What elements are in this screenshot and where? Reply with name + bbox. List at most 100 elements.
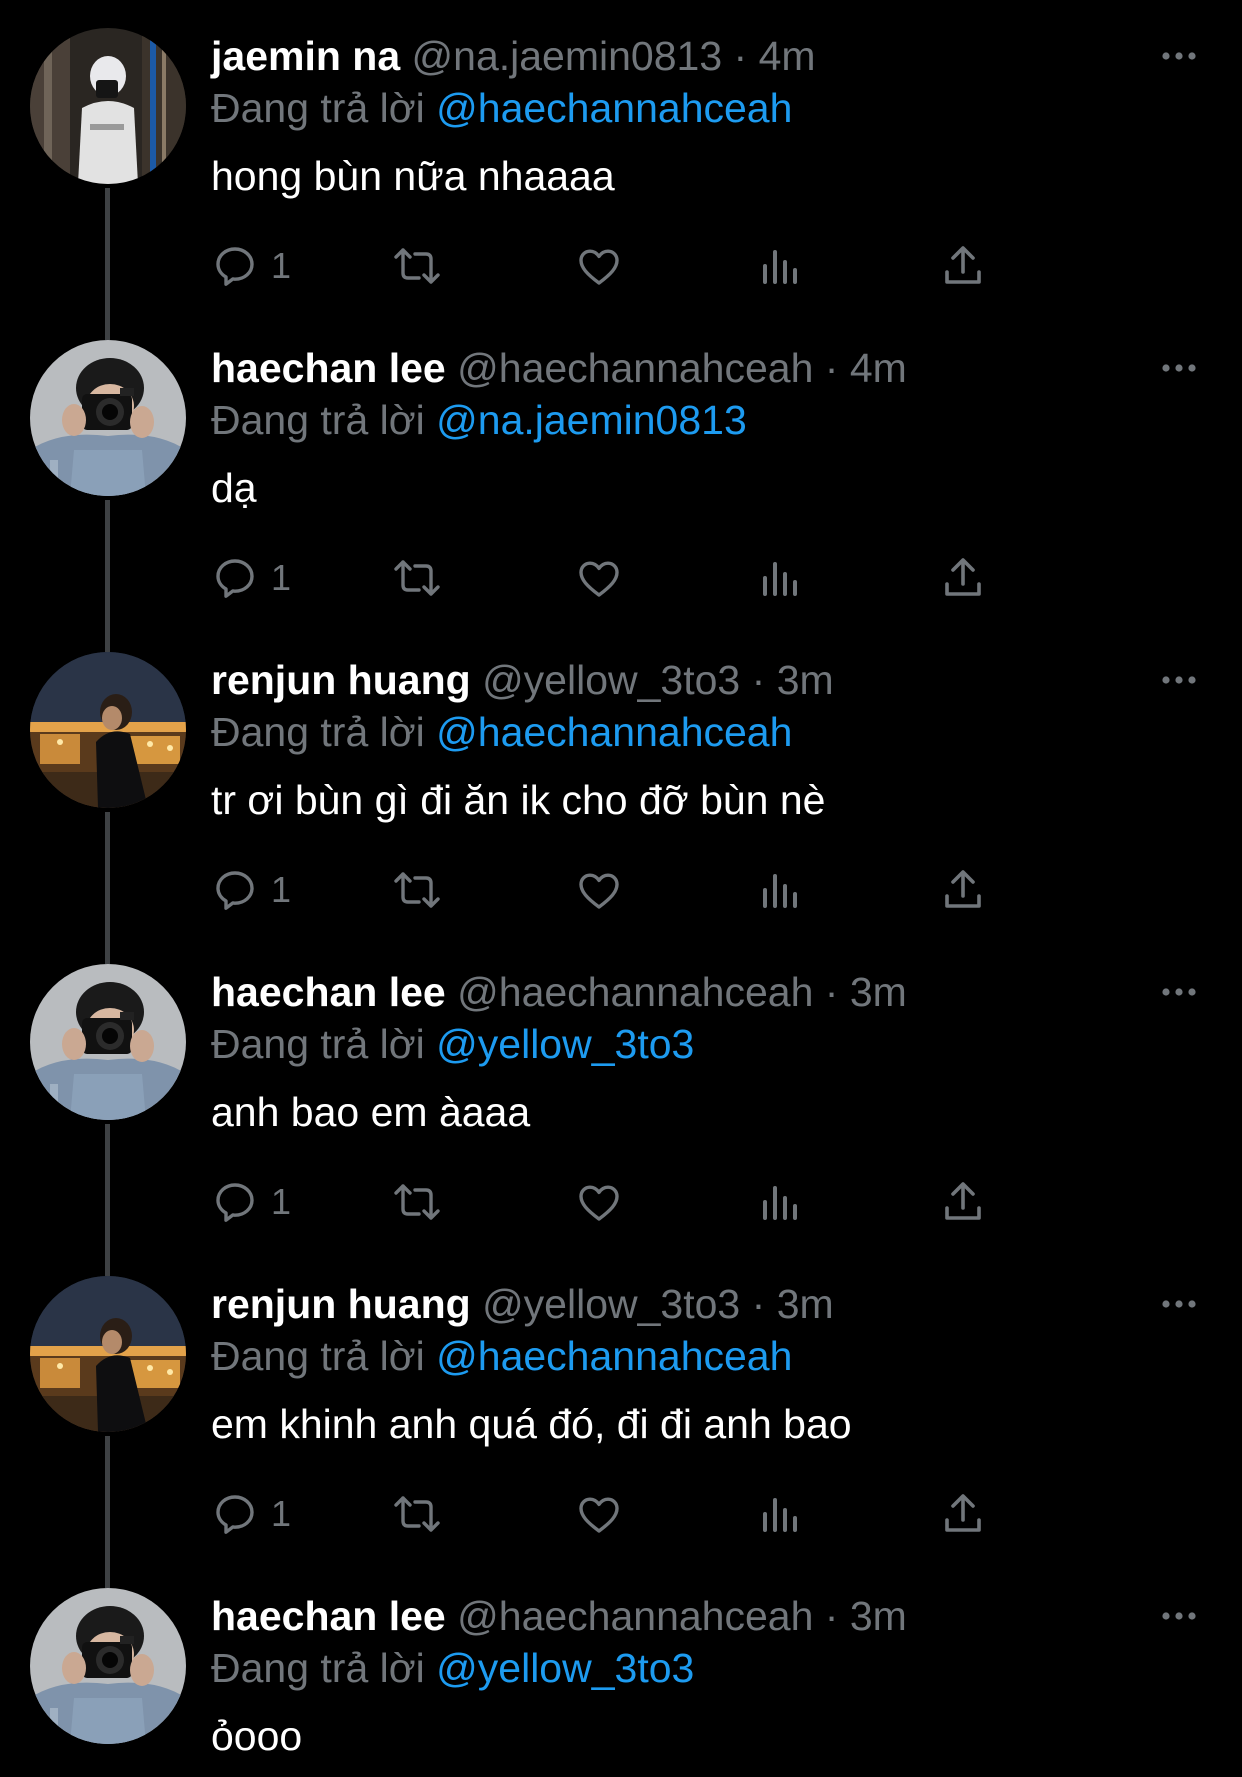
views-button[interactable] — [757, 1486, 813, 1542]
reply-icon — [216, 559, 254, 598]
tweet[interactable]: haechan lee @haechannahceah · 3m Đang tr… — [0, 936, 1242, 1248]
more-horizontal-icon — [1162, 364, 1196, 372]
jaemin-avatar-image — [30, 28, 186, 184]
avatar[interactable] — [30, 1588, 186, 1744]
user-handle[interactable]: @na.jaemin0813 — [412, 33, 723, 79]
more-horizontal-icon — [1162, 1612, 1196, 1620]
separator-dot: · — [824, 345, 839, 391]
tweet[interactable]: haechan lee @haechannahceah · 3m Đang tr… — [0, 1560, 1242, 1777]
reply-button[interactable]: 1 — [211, 1486, 331, 1542]
share-button[interactable] — [939, 1174, 995, 1230]
display-name[interactable]: renjun huang — [211, 657, 471, 703]
heart-icon — [579, 561, 619, 597]
timestamp[interactable]: 3m — [850, 1593, 907, 1639]
more-options-button[interactable] — [1160, 1290, 1198, 1318]
more-options-button[interactable] — [1160, 1602, 1198, 1630]
avatar[interactable] — [30, 28, 186, 184]
reply-button[interactable]: 1 — [211, 862, 331, 918]
replying-to: Đang trả lời @haechannahceah — [211, 82, 792, 134]
like-button[interactable] — [575, 1174, 631, 1230]
share-button[interactable] — [939, 862, 995, 918]
retweet-button[interactable] — [391, 550, 447, 606]
avatar[interactable] — [30, 964, 186, 1120]
views-button[interactable] — [757, 862, 813, 918]
timestamp[interactable]: 3m — [850, 969, 907, 1015]
user-handle[interactable]: @haechannahceah — [457, 1593, 813, 1639]
avatar[interactable] — [30, 340, 186, 496]
reply-button[interactable]: 1 — [211, 238, 331, 294]
user-handle[interactable]: @haechannahceah — [457, 969, 813, 1015]
reply-count: 1 — [271, 1181, 292, 1222]
timestamp[interactable]: 3m — [777, 657, 834, 703]
reply-icon — [216, 247, 254, 286]
retweet-button[interactable] — [391, 1486, 447, 1542]
display-name[interactable]: haechan lee — [211, 345, 446, 391]
retweet-button[interactable] — [391, 238, 447, 294]
share-icon — [945, 246, 981, 284]
reply-icon — [216, 871, 254, 910]
display-name[interactable]: haechan lee — [211, 969, 446, 1015]
share-button[interactable] — [939, 238, 995, 294]
share-button[interactable] — [939, 550, 995, 606]
views-button[interactable] — [757, 550, 813, 606]
like-button[interactable] — [575, 550, 631, 606]
more-options-button[interactable] — [1160, 354, 1198, 382]
haechan-avatar-image — [30, 1588, 186, 1744]
timestamp[interactable]: 4m — [850, 345, 907, 391]
views-button[interactable] — [757, 1174, 813, 1230]
reply-icon — [216, 1183, 254, 1222]
mention-link[interactable]: @haechannahceah — [436, 85, 792, 131]
user-handle[interactable]: @yellow_3to3 — [482, 657, 740, 703]
like-button[interactable] — [575, 862, 631, 918]
user-handle[interactable]: @yellow_3to3 — [482, 1281, 740, 1327]
user-handle[interactable]: @haechannahceah — [457, 345, 813, 391]
display-name[interactable]: renjun huang — [211, 1281, 471, 1327]
replying-to-label: Đang trả lời — [211, 85, 425, 131]
reply-button[interactable]: 1 — [211, 550, 331, 606]
thread-connector-line — [105, 188, 110, 312]
mention-link[interactable]: @yellow_3to3 — [436, 1645, 694, 1691]
heart-icon — [579, 1497, 619, 1533]
timestamp[interactable]: 3m — [777, 1281, 834, 1327]
tweet[interactable]: renjun huang @yellow_3to3 · 3m Đang trả … — [0, 624, 1242, 936]
retweet-button[interactable] — [391, 862, 447, 918]
tweet-text: em khinh anh quá đó, đi đi anh bao — [211, 1401, 852, 1447]
reply-button[interactable]: 1 — [211, 1174, 331, 1230]
mention-link[interactable]: @haechannahceah — [436, 1333, 792, 1379]
mention-link[interactable]: @yellow_3to3 — [436, 1021, 694, 1067]
thread-connector-line — [105, 1248, 110, 1276]
replying-to-label: Đang trả lời — [211, 397, 425, 443]
tweet-header: haechan lee @haechannahceah · 4m — [211, 342, 907, 394]
mention-link[interactable]: @haechannahceah — [436, 709, 792, 755]
mention-link[interactable]: @na.jaemin0813 — [436, 397, 747, 443]
more-options-button[interactable] — [1160, 666, 1198, 694]
share-button[interactable] — [939, 1486, 995, 1542]
share-icon — [945, 870, 981, 908]
reply-count: 1 — [271, 245, 292, 286]
heart-icon — [579, 249, 619, 285]
tweet-header: haechan lee @haechannahceah · 3m — [211, 966, 907, 1018]
renjun-avatar-image — [30, 1276, 186, 1432]
retweet-button[interactable] — [391, 1174, 447, 1230]
more-options-button[interactable] — [1160, 42, 1198, 70]
display-name[interactable]: jaemin na — [211, 33, 400, 79]
avatar[interactable] — [30, 652, 186, 808]
views-button[interactable] — [757, 238, 813, 294]
timestamp[interactable]: 4m — [759, 33, 816, 79]
tweet[interactable]: renjun huang @yellow_3to3 · 3m Đang trả … — [0, 1248, 1242, 1560]
tweet-actions: 1 — [211, 238, 1111, 294]
avatar[interactable] — [30, 1276, 186, 1432]
like-button[interactable] — [575, 238, 631, 294]
separator-dot: · — [824, 1593, 839, 1639]
retweet-icon — [394, 248, 440, 284]
tweet-actions: 1 — [211, 550, 1111, 606]
tweet[interactable]: haechan lee @haechannahceah · 4m Đang tr… — [0, 312, 1242, 624]
thread-connector-line — [105, 500, 110, 624]
display-name[interactable]: haechan lee — [211, 1593, 446, 1639]
thread-connector-line — [105, 936, 110, 964]
replying-to: Đang trả lời @yellow_3to3 — [211, 1018, 694, 1070]
more-options-button[interactable] — [1160, 978, 1198, 1006]
like-button[interactable] — [575, 1486, 631, 1542]
tweet[interactable]: jaemin na @na.jaemin0813 · 4m Đang trả l… — [0, 0, 1242, 312]
more-horizontal-icon — [1162, 1300, 1196, 1308]
